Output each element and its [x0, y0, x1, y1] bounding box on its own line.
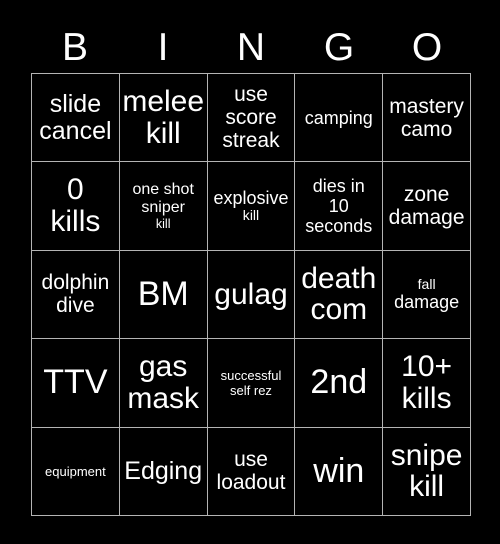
bingo-cell[interactable]: fall damage — [383, 250, 471, 340]
bingo-cell-label: camping — [304, 107, 373, 128]
bingo-cell-label: BM — [137, 274, 189, 313]
bingo-cell[interactable]: zone damage — [383, 162, 471, 251]
header-letter-o: O — [411, 25, 443, 69]
bingo-header: B I N G O — [31, 22, 471, 72]
bingo-cell[interactable]: melee kill — [119, 74, 208, 163]
bingo-cell-label: use score streak — [222, 83, 280, 153]
bingo-cell[interactable]: use loadout — [207, 427, 296, 516]
bingo-cell-label: melee kill — [122, 84, 205, 150]
bingo-cell[interactable]: gas mask — [119, 339, 208, 428]
header-letter-b: B — [61, 25, 88, 69]
bingo-cell-label: successful self rez — [220, 367, 282, 398]
bingo-cell-label: explosive kill — [213, 188, 289, 224]
bingo-cell[interactable]: dies in 10 seconds — [295, 162, 384, 251]
bingo-cell[interactable]: BM — [119, 250, 208, 340]
bingo-cell[interactable]: successful self rez — [207, 339, 296, 428]
bingo-cell-label: gas mask — [127, 350, 200, 415]
bingo-cell-label: dolphin dive — [41, 271, 110, 318]
bingo-cell[interactable]: explosive kill — [207, 162, 296, 251]
bingo-cell[interactable]: 0 kills — [32, 162, 120, 251]
bingo-cell-label: slide cancel — [39, 89, 112, 145]
bingo-cell-label: Edging — [124, 456, 203, 485]
bingo-cell-label: one shot sniper kill — [132, 180, 194, 232]
bingo-cell-label: use loadout — [216, 448, 286, 495]
bingo-cell[interactable]: camping — [295, 74, 384, 163]
bingo-cell[interactable]: Edging — [119, 427, 208, 516]
bingo-cell[interactable]: equipment — [32, 427, 120, 516]
bingo-cell-label: fall damage — [394, 275, 460, 313]
bingo-cell[interactable]: use score streak — [207, 74, 296, 163]
bingo-cell[interactable]: TTV — [32, 339, 120, 428]
bingo-card: B I N G O slide cancel melee kill use sc… — [0, 0, 500, 544]
bingo-cell-label: 10+ kills — [401, 350, 453, 415]
bingo-cell[interactable]: dolphin dive — [32, 250, 120, 340]
bingo-cell[interactable]: one shot sniper kill — [119, 162, 208, 251]
header-letter-g: G — [323, 25, 355, 69]
bingo-cell[interactable]: gulag — [207, 250, 296, 340]
bingo-cell-label: gulag — [214, 277, 288, 311]
bingo-cell-label: dies in 10 seconds — [305, 175, 373, 237]
bingo-cell-label: win — [313, 451, 365, 490]
bingo-cell-label: zone damage — [388, 183, 465, 230]
header-letter-i: I — [157, 25, 169, 69]
bingo-cell[interactable]: snipe kill — [383, 427, 471, 516]
bingo-cell-label: death com — [301, 261, 377, 327]
bingo-cell-label: 2nd — [310, 363, 368, 402]
bingo-cell[interactable]: slide cancel — [32, 74, 120, 163]
bingo-cell-label: 0 kills — [50, 173, 101, 239]
bingo-cell-label: mastery camo — [389, 94, 464, 141]
bingo-cell[interactable]: death com — [295, 250, 384, 340]
bingo-cell[interactable]: win — [295, 427, 384, 516]
bingo-cell[interactable]: 10+ kills — [383, 339, 471, 428]
bingo-cell[interactable]: 2nd — [295, 339, 384, 428]
bingo-cell-label: TTV — [43, 363, 108, 402]
bingo-cell[interactable]: mastery camo — [383, 74, 471, 163]
bingo-grid: slide cancel melee kill use score streak… — [31, 73, 471, 516]
bingo-cell-label: equipment — [45, 463, 106, 479]
bingo-cell-label: snipe kill — [390, 438, 463, 504]
header-letter-n: N — [236, 25, 266, 69]
